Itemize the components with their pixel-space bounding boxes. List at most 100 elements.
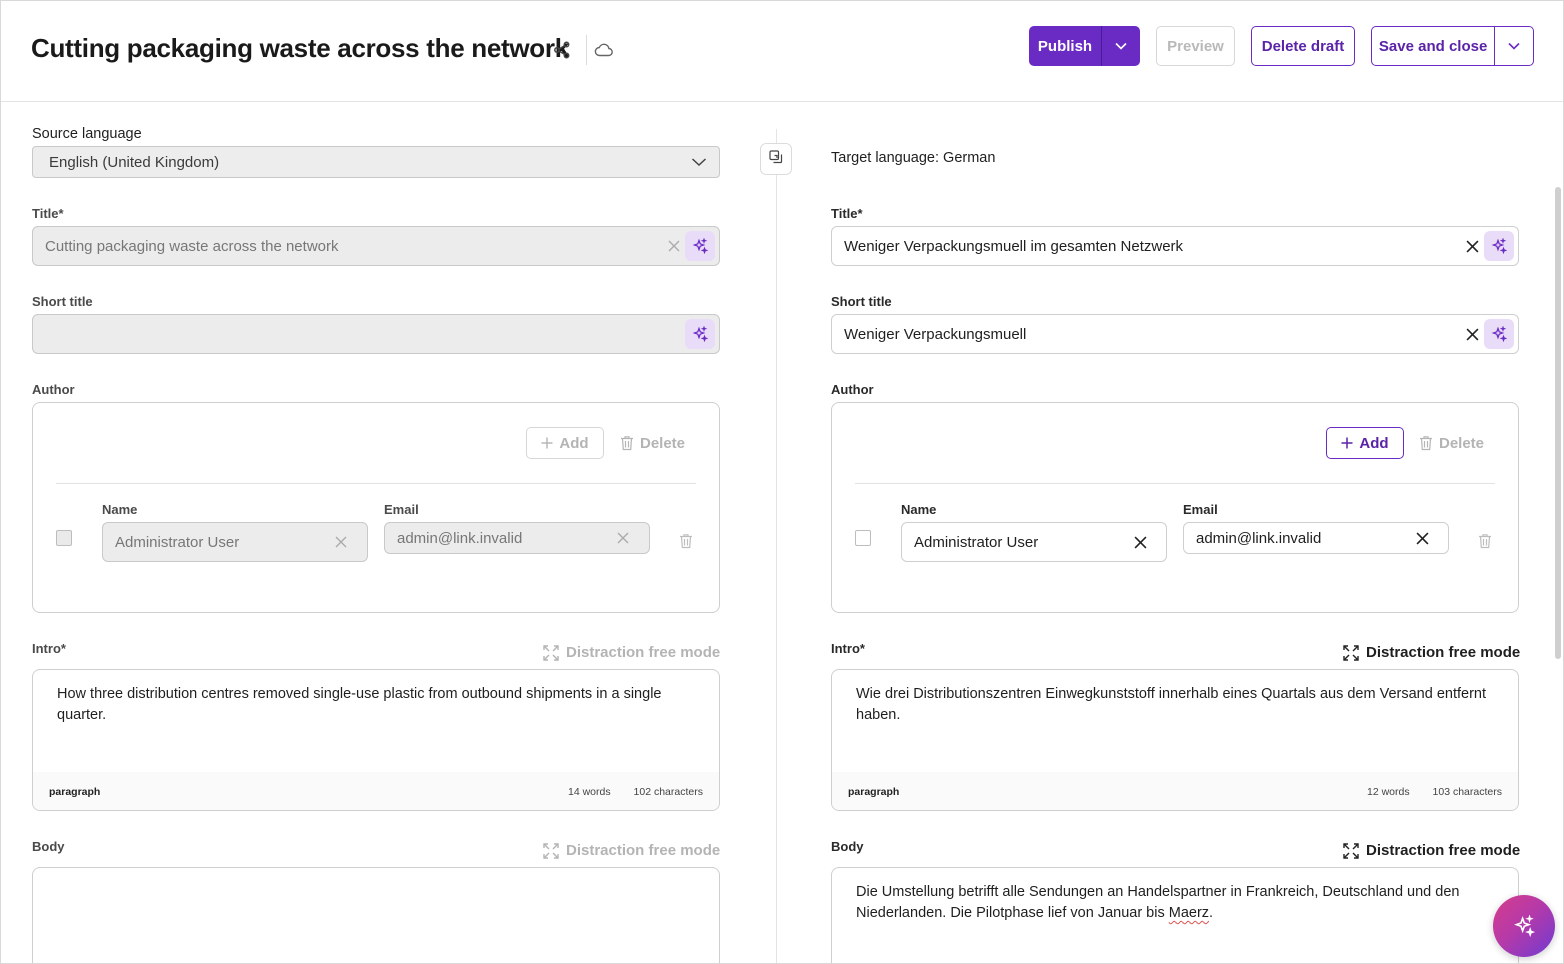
column-divider (776, 129, 777, 963)
copy-language-icon (769, 149, 783, 169)
misspelled-word[interactable]: Maerz (1169, 905, 1209, 921)
sparkle-icon (692, 238, 708, 254)
clear-icon (666, 238, 682, 254)
chevron-down-icon[interactable] (1102, 42, 1140, 50)
target-short-title-value: Weniger Verpackungsmuell (844, 325, 1027, 343)
body-text-segment: . (1209, 905, 1214, 921)
character-count: 102 characters (633, 786, 703, 798)
distraction-free-label: Distraction free mode (1366, 644, 1521, 661)
expand-icon (543, 644, 559, 661)
scrollbar-thumb[interactable] (1555, 187, 1561, 659)
chevron-down-icon[interactable] (1495, 42, 1533, 50)
page-header: Cutting packaging waste across the netwo… (1, 1, 1563, 102)
author-email-label: Email (384, 502, 419, 517)
delete-author-button: Delete (620, 427, 685, 459)
source-intro-text: How three distribution centres removed s… (57, 686, 662, 723)
distraction-free-label: Distraction free mode (566, 644, 721, 661)
target-short-title-label: Short title (831, 294, 892, 309)
source-short-title-input (32, 314, 720, 354)
plus-icon (541, 437, 553, 449)
ai-assistant-button[interactable] (1493, 895, 1555, 957)
target-title-value: Weniger Verpackungsmuell im gesamten Net… (844, 237, 1184, 255)
ai-assist-button[interactable] (1484, 231, 1514, 261)
target-intro-editor[interactable]: Wie drei Distributionszentren Einwegkuns… (831, 669, 1519, 811)
trash-icon[interactable] (1478, 533, 1492, 554)
target-short-title-input[interactable]: Weniger Verpackungsmuell (831, 314, 1519, 354)
target-body-distraction-free-button[interactable]: Distraction free mode (1343, 842, 1520, 859)
body-text-segment: Die Umstellung betrifft alle Sendungen a… (856, 884, 1460, 921)
expand-icon (1343, 644, 1359, 661)
save-and-close-button[interactable]: Save and close (1371, 26, 1534, 66)
add-author-label: Add (1359, 434, 1389, 452)
author-email-label: Email (1183, 502, 1218, 517)
author-name-label: Name (102, 502, 138, 517)
word-count: 12 words (1367, 786, 1410, 798)
add-author-button[interactable]: Add (1326, 427, 1404, 459)
delete-author-label: Delete (640, 434, 686, 452)
source-author-label: Author (32, 382, 75, 397)
target-title-input[interactable]: Weniger Verpackungsmuell im gesamten Net… (831, 226, 1519, 266)
publish-button[interactable]: Publish (1029, 26, 1140, 66)
block-type-label: paragraph (49, 786, 101, 798)
header-separator (586, 35, 587, 65)
target-language-label: Target language: German (831, 150, 996, 166)
clear-icon[interactable] (1132, 534, 1148, 550)
source-intro-distraction-free-button: Distraction free mode (543, 644, 720, 661)
author-email-value: admin@link.invalid (1196, 529, 1322, 547)
author-name-input: Administrator User (102, 522, 368, 562)
trash-icon (679, 533, 693, 554)
word-count: 14 words (568, 786, 611, 798)
source-title-label: Title* (32, 206, 64, 221)
save-and-close-label: Save and close (1378, 37, 1488, 55)
trash-icon (1420, 436, 1432, 451)
author-email-input[interactable]: admin@link.invalid (1183, 522, 1449, 554)
plus-icon (1341, 437, 1353, 449)
share-icon[interactable] (551, 39, 573, 61)
author-name-input[interactable]: Administrator User (901, 522, 1167, 562)
author-divider (56, 483, 696, 484)
target-intro-distraction-free-button[interactable]: Distraction free mode (1343, 644, 1520, 661)
distraction-free-label: Distraction free mode (566, 842, 721, 859)
editor-footer: paragraph 14 words 102 characters (33, 772, 719, 810)
source-title-input: Cutting packaging waste across the netwo… (32, 226, 720, 266)
author-email-value: admin@link.invalid (397, 529, 523, 547)
clear-icon (615, 530, 631, 546)
author-row-checkbox (56, 530, 72, 546)
clear-icon[interactable] (1464, 238, 1480, 254)
preview-button[interactable]: Preview (1156, 26, 1235, 66)
delete-author-button: Delete (1419, 427, 1484, 459)
source-body-text (33, 868, 719, 896)
expand-icon (1343, 842, 1359, 859)
target-intro-text[interactable]: Wie drei Distributionszentren Einwegkuns… (832, 670, 1518, 740)
target-body-label: Body (831, 839, 864, 854)
author-name-value: Administrator User (115, 533, 240, 551)
page-title: Cutting packaging waste across the netwo… (31, 33, 569, 63)
delete-draft-button[interactable]: Delete draft (1251, 26, 1355, 66)
source-language-value: English (United Kingdom) (49, 153, 220, 171)
target-body-editor[interactable]: Die Umstellung betrifft alle Sendungen a… (831, 867, 1519, 963)
clear-icon[interactable] (1464, 326, 1480, 342)
copy-language-button[interactable] (760, 143, 792, 175)
source-body-distraction-free-button: Distraction free mode (543, 842, 720, 859)
ai-assist-button[interactable] (685, 319, 715, 349)
editor-window: Cutting packaging waste across the netwo… (0, 0, 1564, 964)
ai-assist-button[interactable] (685, 231, 715, 261)
sparkle-icon (1491, 238, 1507, 254)
ai-assistant-icon (1514, 915, 1535, 937)
clear-icon[interactable] (1414, 530, 1430, 546)
chevron-down-icon (691, 155, 707, 173)
target-author-label: Author (831, 382, 874, 397)
source-short-title-label: Short title (32, 294, 93, 309)
sparkle-icon (692, 326, 708, 342)
target-body-text[interactable]: Die Umstellung betrifft alle Sendungen a… (832, 868, 1518, 938)
source-language-select[interactable]: English (United Kingdom) (32, 146, 720, 178)
author-row-checkbox[interactable] (855, 530, 871, 546)
ai-assist-button[interactable] (1484, 319, 1514, 349)
target-title-label: Title* (831, 206, 863, 221)
delete-author-label: Delete (1439, 434, 1485, 452)
author-name-value: Administrator User (914, 533, 1039, 551)
clear-icon (333, 534, 349, 550)
sparkle-icon (1491, 326, 1507, 342)
expand-icon (543, 842, 559, 859)
author-email-input: admin@link.invalid (384, 522, 650, 554)
